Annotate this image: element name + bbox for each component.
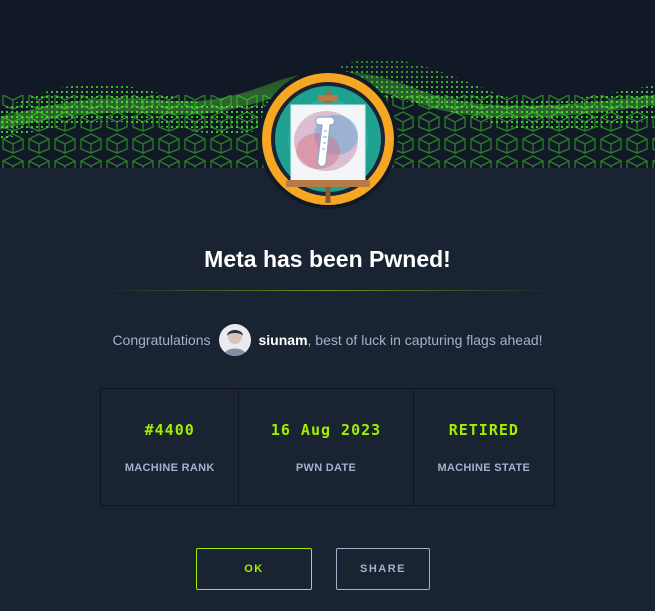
stat-value: RETIRED xyxy=(448,421,519,439)
stat-value: #4400 xyxy=(144,421,195,439)
share-button[interactable]: SHARE xyxy=(336,548,430,590)
stat-label: MACHINE RANK xyxy=(124,462,215,474)
username[interactable]: siunam xyxy=(259,332,308,348)
stat-value: 16 Aug 2023 xyxy=(270,421,382,439)
divider xyxy=(100,290,555,291)
stat-label: PWN DATE xyxy=(295,462,357,474)
page-title: Meta has been Pwned! xyxy=(204,246,451,272)
stat-label: MACHINE STATE xyxy=(437,462,531,474)
stat-pwn-date: 16 Aug 2023 PWN DATE xyxy=(239,389,414,505)
congrats-message: Congratulations siunam , best of luck in… xyxy=(0,323,655,357)
stat-machine-rank: #4400 MACHINE RANK xyxy=(101,389,240,505)
user-avatar-icon xyxy=(218,324,251,356)
stat-machine-state: RETIRED MACHINE STATE xyxy=(414,389,554,505)
ok-button[interactable]: OK xyxy=(196,548,312,590)
stats-panel: #4400 MACHINE RANK 16 Aug 2023 PWN DATE … xyxy=(100,388,555,506)
machine-badge xyxy=(248,67,408,211)
easel-scroll-icon xyxy=(258,69,398,209)
avatar[interactable] xyxy=(218,324,251,356)
congrats-prefix: Congratulations xyxy=(112,332,211,348)
congrats-suffix: , best of luck in capturing flags ahead! xyxy=(307,332,543,348)
